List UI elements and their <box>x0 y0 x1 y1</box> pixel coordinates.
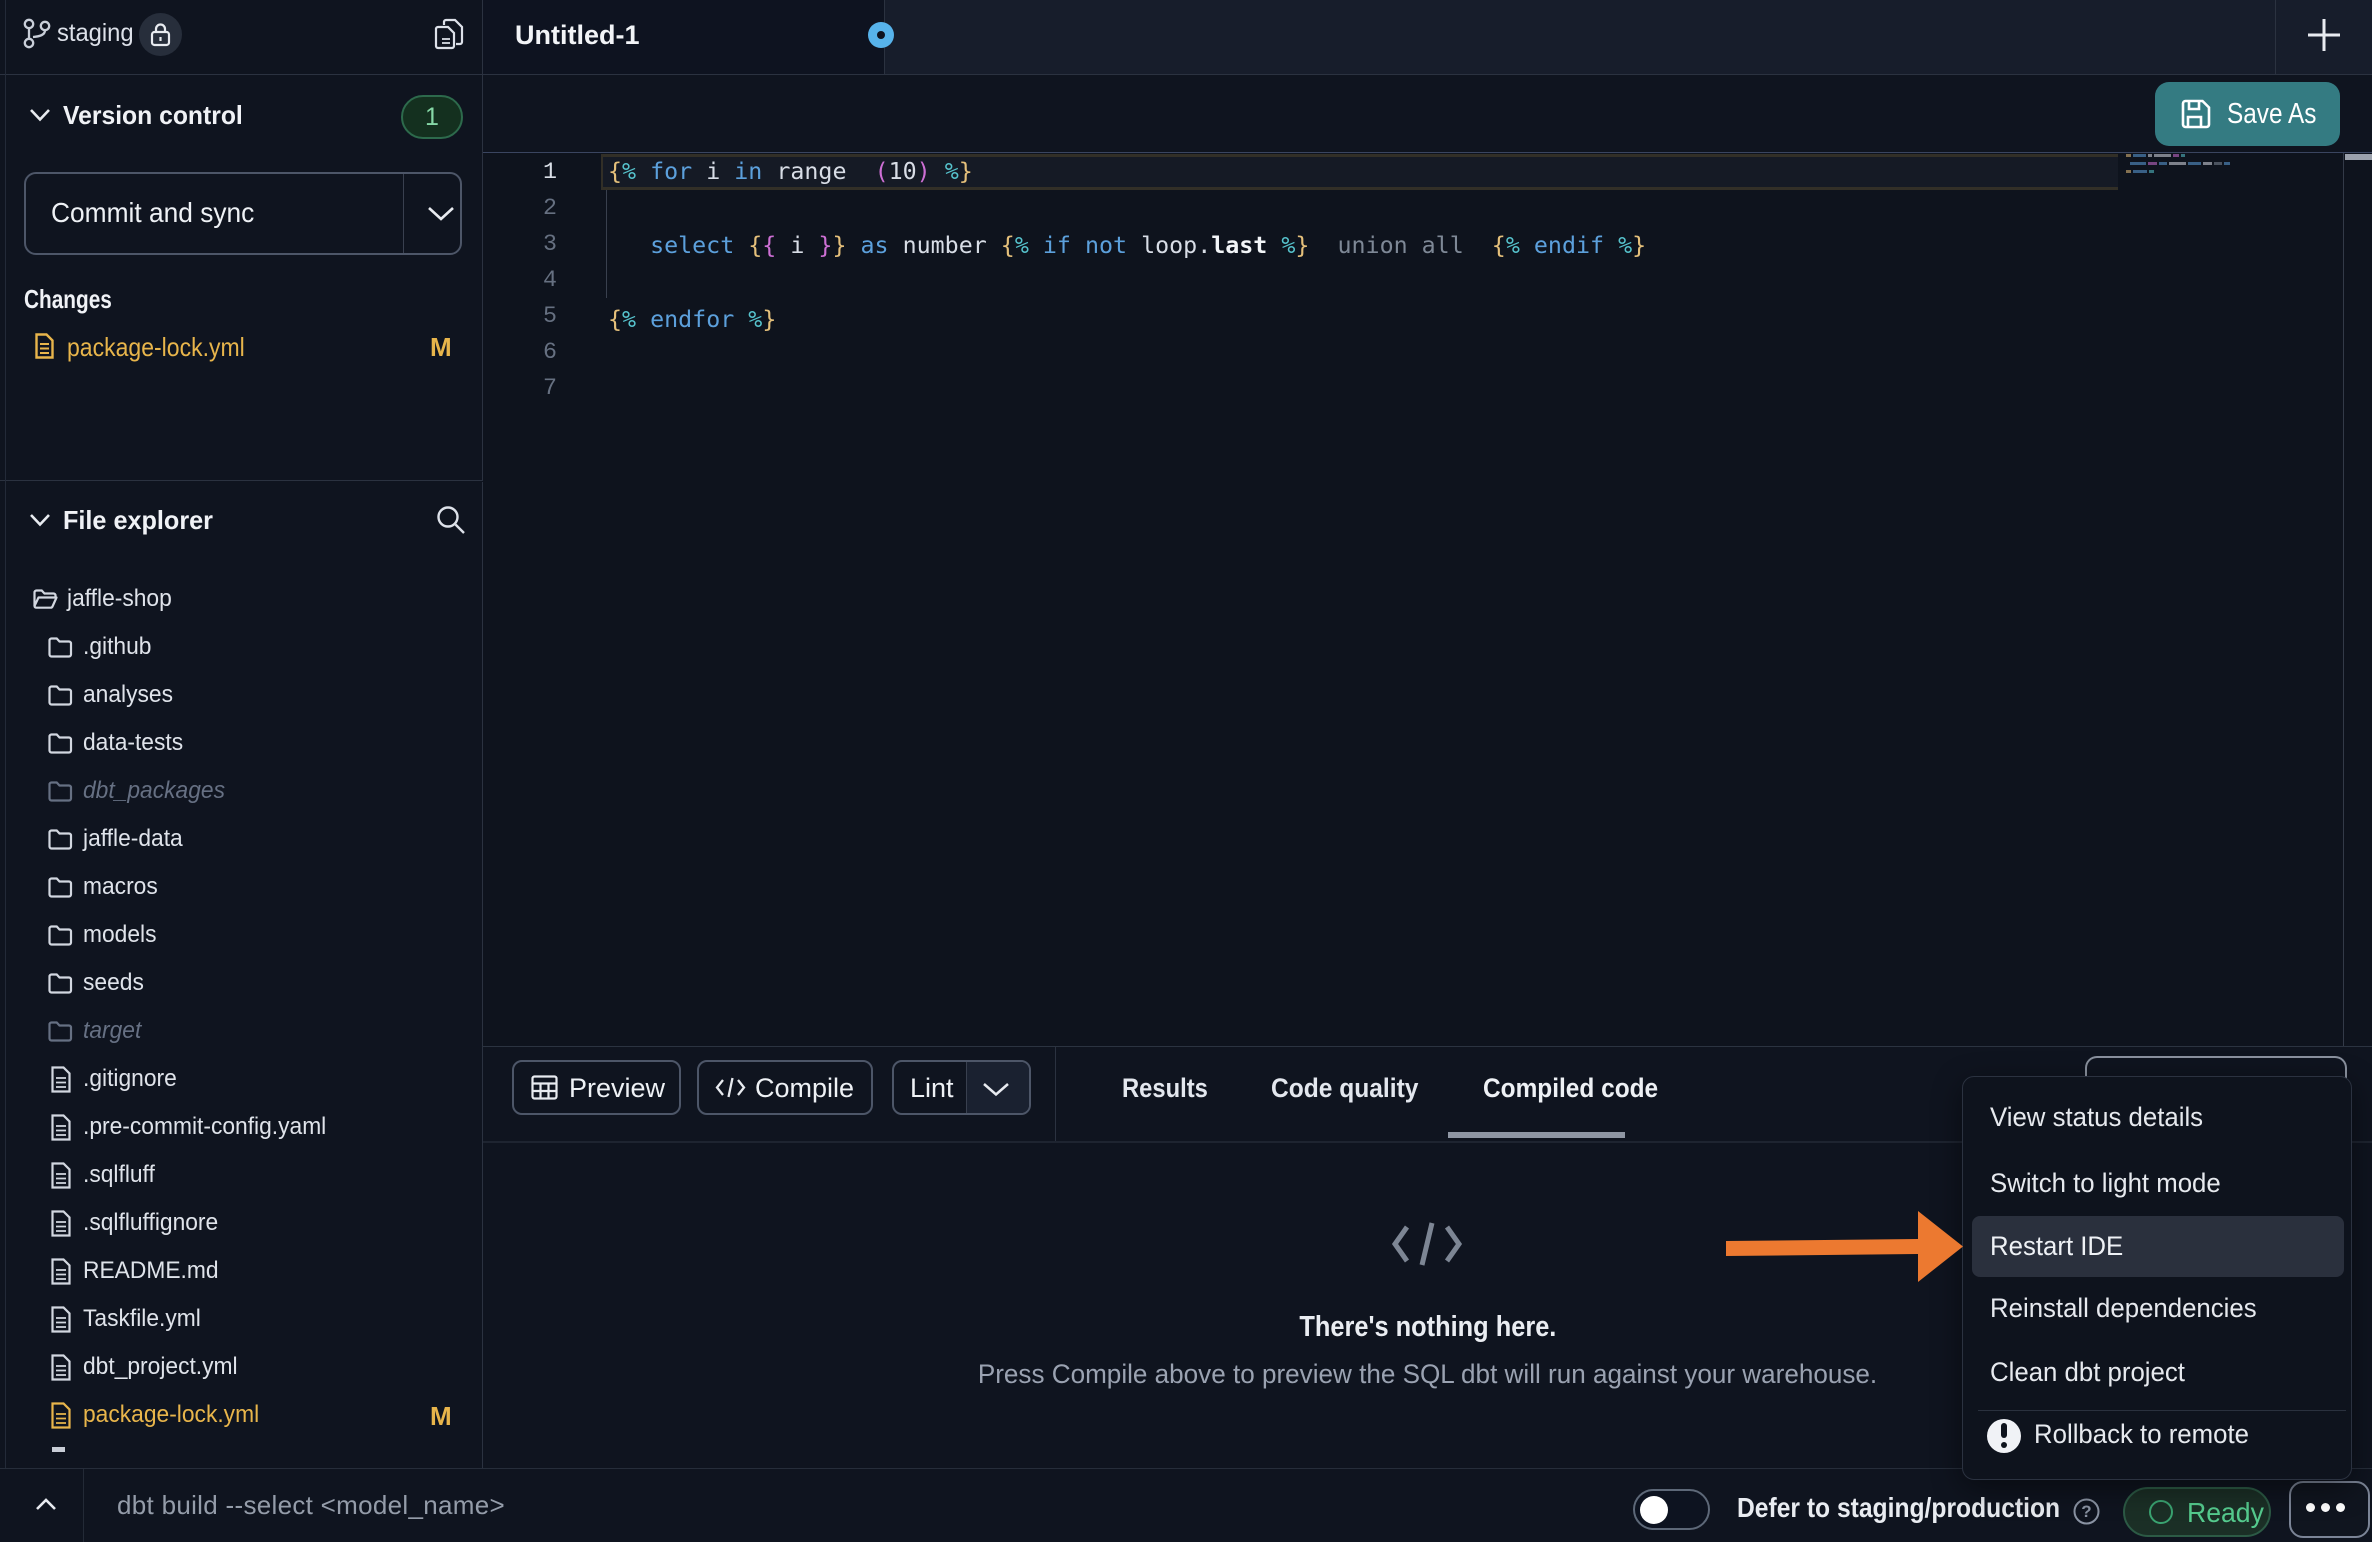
svg-text:?: ? <box>2081 1502 2091 1521</box>
